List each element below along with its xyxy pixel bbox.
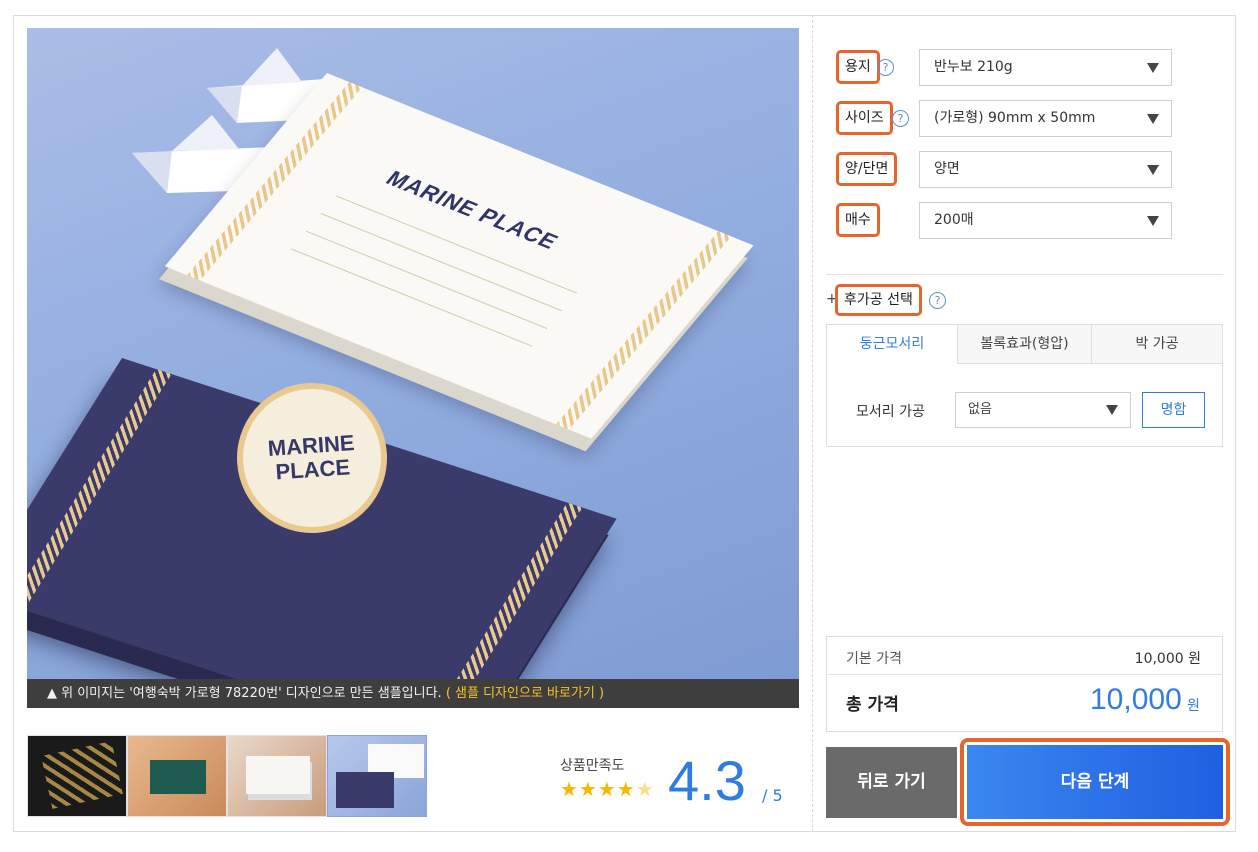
thumbnail-white-card[interactable]: [227, 735, 327, 817]
total-price-label: 총 가격: [846, 695, 899, 715]
business-card-button[interactable]: 명함: [1142, 392, 1205, 428]
image-caption: ▲ 위 이미지는 '여행숙박 가로형 78220번' 디자인으로 만든 샘플입니…: [27, 679, 799, 708]
section-divider: [826, 274, 1223, 275]
rating-block: 상품만족도 ★★★★★: [560, 755, 655, 801]
card-brand: MARINE PLACE: [380, 166, 565, 254]
chevron-down-icon: [1147, 216, 1159, 226]
rating-stars: ★★★★★: [560, 777, 655, 801]
sample-design-link[interactable]: ( 샘플 디자인으로 바로가기 ): [446, 686, 604, 701]
chevron-down-icon: [1147, 165, 1159, 175]
next-step-button[interactable]: 다음 단계: [967, 745, 1223, 819]
chevron-down-icon: [1147, 63, 1159, 73]
sides-select[interactable]: 양면: [919, 151, 1172, 188]
post-processing-panel: 둥근모서리 볼록효과(형압) 박 가공: [826, 324, 1223, 447]
chevron-down-icon: [1147, 114, 1159, 124]
caption-text: ▲ 위 이미지는 '여행숙박 가로형 78220번' 디자인으로 만든 샘플입니…: [47, 686, 442, 701]
tab-round-corner[interactable]: 둥근모서리: [827, 325, 957, 364]
corner-processing-label: 모서리 가공: [856, 404, 925, 420]
product-image: MARINE PLACE MARINE PLACE: [27, 28, 799, 680]
paper-select[interactable]: 반누보 210g: [919, 49, 1172, 86]
tab-foil-stamping[interactable]: 박 가공: [1091, 325, 1222, 364]
total-price-value: 10,000: [1090, 683, 1182, 716]
post-processing-label: 후가공 선택: [835, 284, 922, 316]
corner-processing-select[interactable]: 없음: [955, 392, 1131, 428]
rating-label: 상품만족도: [560, 758, 625, 774]
rating-score: 4.3: [668, 749, 746, 812]
rating-max: / 5: [762, 786, 783, 805]
thumbnail-strip: [27, 735, 427, 817]
base-price-label: 기본 가격: [846, 651, 902, 667]
base-price-value: 10,000 원: [1134, 651, 1201, 667]
chevron-down-icon: [1106, 405, 1118, 415]
thumbnail-green-card[interactable]: [127, 735, 227, 817]
quantity-select[interactable]: 200매: [919, 202, 1172, 239]
panel-divider: [812, 15, 813, 832]
paper-label: 용지: [836, 50, 880, 84]
total-price-unit: 원: [1187, 698, 1200, 714]
thumbnail-navy-card[interactable]: [327, 735, 427, 817]
price-divider: [827, 674, 1222, 675]
size-select[interactable]: (가로형) 90mm x 50mm: [919, 100, 1172, 137]
thumbnail-black-gold-card[interactable]: [27, 735, 127, 817]
back-button[interactable]: 뒤로 가기: [826, 747, 957, 818]
quantity-label: 매수: [836, 203, 880, 237]
size-label: 사이즈: [836, 101, 893, 135]
tab-embossing[interactable]: 볼록효과(형압): [957, 325, 1091, 364]
paper-help-icon[interactable]: ?: [877, 59, 894, 76]
sides-label: 양/단면: [836, 152, 898, 186]
size-help-icon[interactable]: ?: [892, 110, 909, 127]
post-processing-help-icon[interactable]: ?: [929, 292, 946, 309]
